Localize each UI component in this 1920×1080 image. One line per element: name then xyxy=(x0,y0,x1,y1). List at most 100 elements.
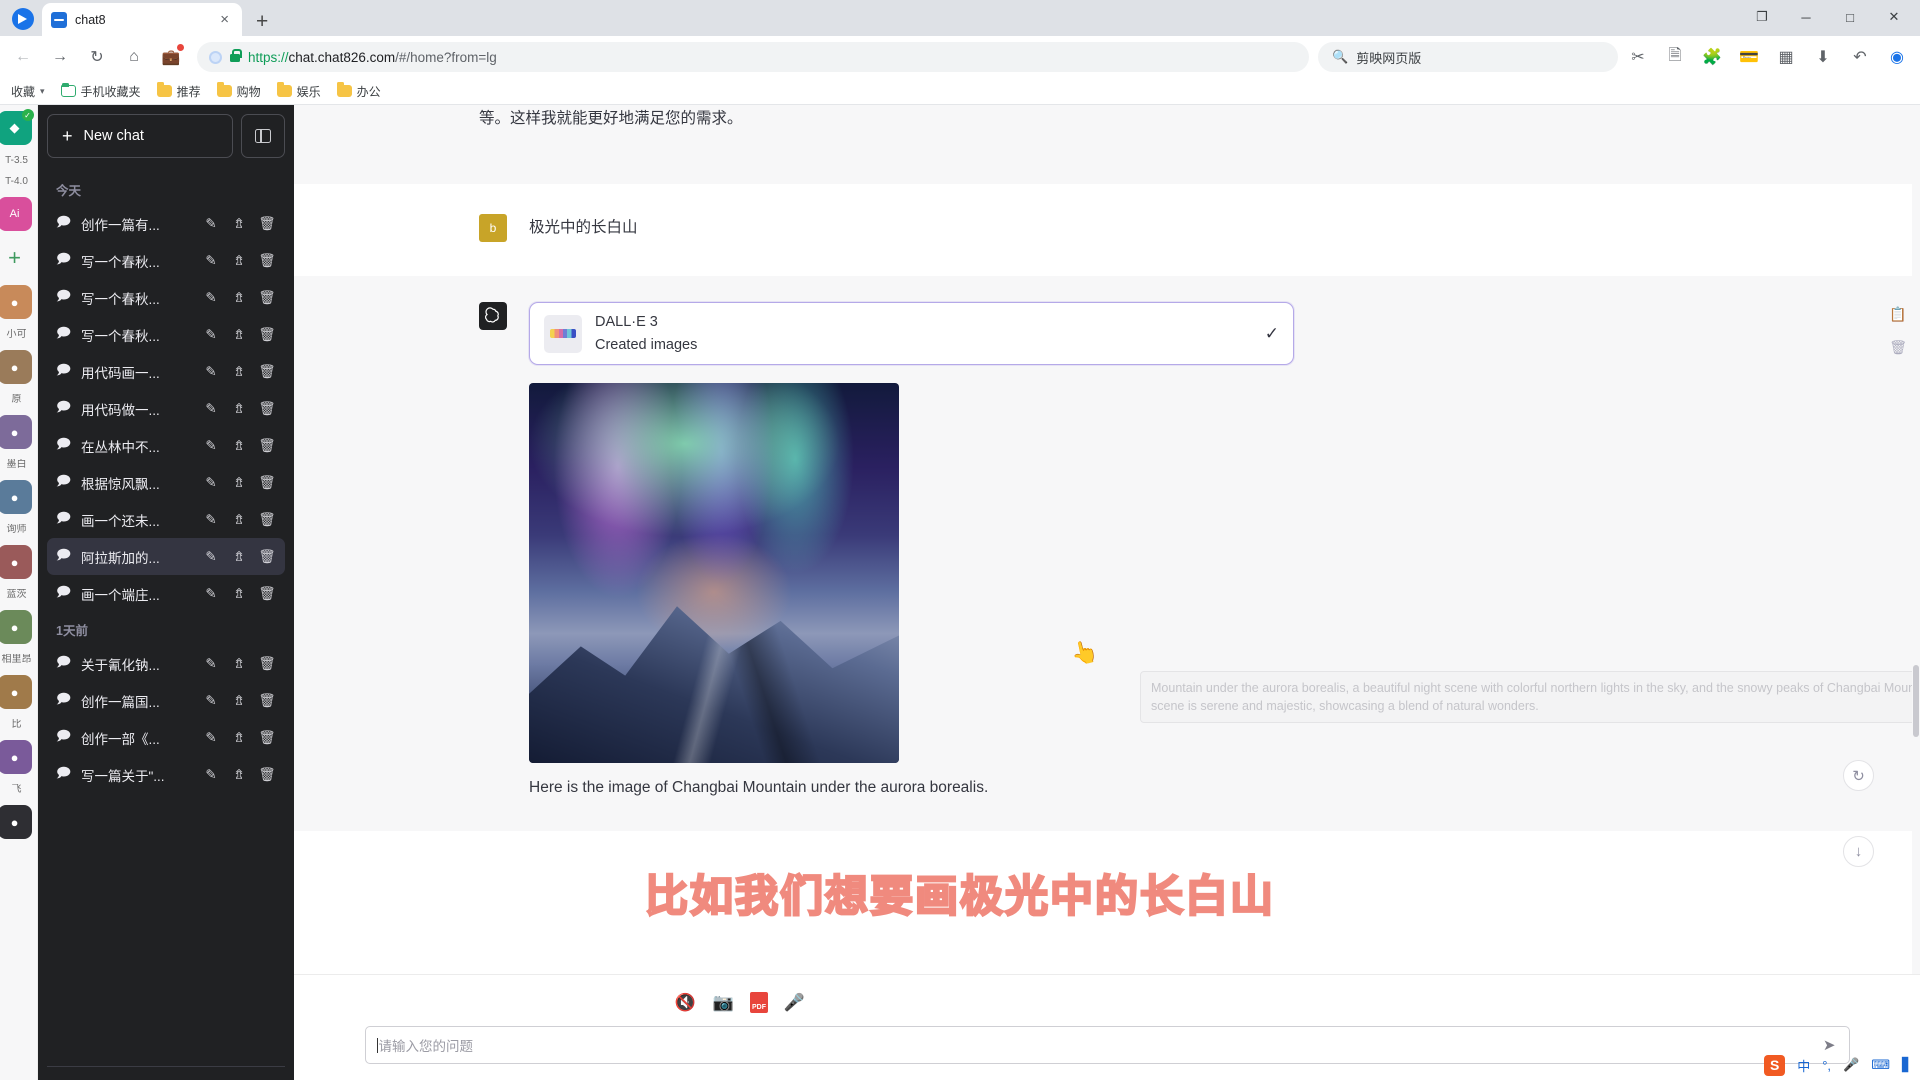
bookmark-item[interactable]: 推荐 xyxy=(150,80,208,103)
trash-icon[interactable]: 🗑 xyxy=(1889,339,1907,356)
edit-pencil-icon[interactable]: ✎ xyxy=(202,549,220,565)
trash-icon[interactable]: 🗑 xyxy=(258,216,276,232)
undo-icon[interactable]: ↶ xyxy=(1843,40,1877,74)
chat-list-item[interactable]: 🗩 画一个还未... ✎ ⇯ 🗑 xyxy=(47,501,285,538)
share-upload-icon[interactable]: ⇯ xyxy=(230,253,248,269)
maximize-icon[interactable]: □ xyxy=(1828,2,1872,32)
trash-icon[interactable]: 🗑 xyxy=(258,253,276,269)
trash-icon[interactable]: 🗑 xyxy=(258,512,276,528)
chevron-down-icon[interactable]: ▾ xyxy=(40,86,45,97)
window-close-icon[interactable]: ✕ xyxy=(1872,2,1916,32)
share-upload-icon[interactable]: ⇯ xyxy=(230,549,248,565)
chat-list-item[interactable]: 🗩 用代码做一... ✎ ⇯ 🗑 xyxy=(47,390,285,427)
home-icon[interactable]: ⌂ xyxy=(117,40,151,74)
rail-item-ai[interactable]: Ai xyxy=(0,197,32,231)
trash-icon[interactable]: 🗑 xyxy=(258,438,276,454)
regenerate-button[interactable]: ↻ xyxy=(1843,760,1874,791)
profile-icon[interactable]: ◉ xyxy=(1880,40,1914,74)
edit-pencil-icon[interactable]: ✎ xyxy=(202,512,220,528)
new-tab-button[interactable]: + xyxy=(256,11,268,32)
scissors-icon[interactable]: ✂ xyxy=(1621,40,1655,74)
edit-pencil-icon[interactable]: ✎ xyxy=(202,290,220,306)
ime-chinese-icon[interactable]: 中 xyxy=(1797,1056,1810,1075)
bookmark-item[interactable]: 娱乐 xyxy=(270,80,328,103)
trash-icon[interactable]: 🗑 xyxy=(258,475,276,491)
close-icon[interactable]: × xyxy=(216,10,233,29)
rail-item-avatar[interactable]: ● xyxy=(0,740,32,774)
edit-pencil-icon[interactable]: ✎ xyxy=(202,656,220,672)
rail-item-avatar[interactable]: ● xyxy=(0,545,32,579)
edit-pencil-icon[interactable]: ✎ xyxy=(202,730,220,746)
microphone-icon[interactable]: 🎤 xyxy=(1843,1057,1859,1073)
trash-icon[interactable]: 🗑 xyxy=(258,693,276,709)
share-upload-icon[interactable]: ⇯ xyxy=(230,693,248,709)
chat-history-list[interactable]: 今天 🗩 创作一篇有... ✎ ⇯ 🗑 🗩 写一个春秋... ✎ ⇯ 🗑 🗩 写… xyxy=(47,172,285,1066)
tool-call-card[interactable]: DALL·E 3 Created images ✓ xyxy=(529,302,1294,366)
collapse-sidebar-button[interactable] xyxy=(241,114,285,158)
chat-list-item[interactable]: 🗩 写一个春秋... ✎ ⇯ 🗑 xyxy=(47,242,285,279)
bookmark-item[interactable]: 手机收藏夹 xyxy=(54,80,148,103)
rail-item-avatar[interactable]: ● xyxy=(0,675,32,709)
minimize-icon[interactable]: ─ xyxy=(1784,2,1828,32)
share-upload-icon[interactable]: ⇯ xyxy=(230,290,248,306)
share-upload-icon[interactable]: ⇯ xyxy=(230,216,248,232)
tray-extra-icon[interactable]: ▋ xyxy=(1902,1057,1912,1073)
edit-pencil-icon[interactable]: ✎ xyxy=(202,216,220,232)
address-bar[interactable]: https://chat.chat826.com/#/home?from=lg xyxy=(197,42,1309,72)
share-upload-icon[interactable]: ⇯ xyxy=(230,438,248,454)
ime-punct-icon[interactable]: °, xyxy=(1822,1058,1831,1073)
share-upload-icon[interactable]: ⇯ xyxy=(230,475,248,491)
new-chat-button[interactable]: + New chat xyxy=(47,114,233,158)
share-upload-icon[interactable]: ⇯ xyxy=(230,586,248,602)
share-friends-button[interactable]: ⇄ 分享好友 xyxy=(47,1075,285,1080)
wallet-icon[interactable]: 💳 xyxy=(1732,40,1766,74)
chat-list-item[interactable]: 🗩 画一个端庄... ✎ ⇯ 🗑 xyxy=(47,575,285,612)
trash-icon[interactable]: 🗑 xyxy=(258,586,276,602)
edit-pencil-icon[interactable]: ✎ xyxy=(202,327,220,343)
share-upload-icon[interactable]: ⇯ xyxy=(230,656,248,672)
chat-list-item[interactable]: 🗩 写一个春秋... ✎ ⇯ 🗑 xyxy=(47,279,285,316)
bookmark-item[interactable]: 收藏 ▾ xyxy=(4,80,52,103)
edit-pencil-icon[interactable]: ✎ xyxy=(202,364,220,380)
chat-list-item[interactable]: 🗩 写一个春秋... ✎ ⇯ 🗑 xyxy=(47,316,285,353)
scrollbar-thumb[interactable] xyxy=(1913,665,1919,737)
chat-list-item[interactable]: 🗩 关于氰化钠... ✎ ⇯ 🗑 xyxy=(47,645,285,682)
edit-pencil-icon[interactable]: ✎ xyxy=(202,586,220,602)
chat-list-item-active[interactable]: 🗩 阿拉斯加的... ✎ ⇯ 🗑 xyxy=(47,538,285,575)
rail-item-app[interactable]: ◆ ✓ xyxy=(0,109,34,145)
generated-image[interactable] xyxy=(529,383,899,764)
chat-list-item[interactable]: 🗩 创作一篇有... ✎ ⇯ 🗑 xyxy=(47,205,285,242)
forward-icon[interactable]: → xyxy=(43,40,77,74)
chat-list-item[interactable]: 🗩 写一篇关于"... ✎ ⇯ 🗑 xyxy=(47,756,285,793)
share-upload-icon[interactable]: ⇯ xyxy=(230,327,248,343)
note-icon[interactable]: 🗎 xyxy=(1658,40,1692,74)
browser-search-box[interactable]: 🔍 剪映网页版 xyxy=(1318,42,1618,72)
camera-icon[interactable]: 📷 xyxy=(712,991,735,1014)
chat-list-item[interactable]: 🗩 在丛林中不... ✎ ⇯ 🗑 xyxy=(47,427,285,464)
rail-item-add[interactable]: + xyxy=(0,241,32,275)
trash-icon[interactable]: 🗑 xyxy=(258,767,276,783)
microphone-icon[interactable]: 🎤 xyxy=(783,991,806,1014)
edit-pencil-icon[interactable]: ✎ xyxy=(202,767,220,783)
edit-pencil-icon[interactable]: ✎ xyxy=(202,253,220,269)
copy-icon[interactable]: 📋 xyxy=(1889,306,1907,323)
rail-item-avatar[interactable]: ● xyxy=(0,415,32,449)
keyboard-icon[interactable]: ⌨ xyxy=(1871,1057,1890,1073)
trash-icon[interactable]: 🗑 xyxy=(258,364,276,380)
edit-pencil-icon[interactable]: ✎ xyxy=(202,693,220,709)
pdf-icon[interactable]: PDF xyxy=(750,992,768,1013)
trash-icon[interactable]: 🗑 xyxy=(258,656,276,672)
puzzle-icon[interactable]: 🧩 xyxy=(1695,40,1729,74)
restore-icon[interactable]: ❐ xyxy=(1740,2,1784,32)
chat-list-item[interactable]: 🗩 根据惊风飘... ✎ ⇯ 🗑 xyxy=(47,464,285,501)
share-upload-icon[interactable]: ⇯ xyxy=(230,401,248,417)
vertical-scrollbar[interactable] xyxy=(1912,105,1920,1080)
sogou-logo-icon[interactable]: S xyxy=(1764,1054,1786,1076)
share-upload-icon[interactable]: ⇯ xyxy=(230,364,248,380)
rail-item-avatar[interactable]: ● xyxy=(0,610,32,644)
chat-list-item[interactable]: 🗩 创作一篇国... ✎ ⇯ 🗑 xyxy=(47,682,285,719)
trash-icon[interactable]: 🗑 xyxy=(258,549,276,565)
rail-item-avatar[interactable]: ● xyxy=(0,285,32,319)
rail-item-avatar[interactable]: ● xyxy=(0,480,32,514)
tab-chat8[interactable]: chat8 × xyxy=(42,3,242,36)
